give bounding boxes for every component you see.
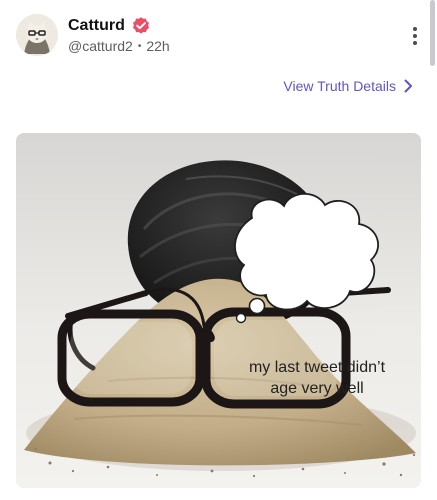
avatar-cat-icon (16, 14, 58, 56)
post-header: Catturd @catturd2 • 22h (16, 14, 421, 58)
meme-caption-line-2: age very well (270, 380, 364, 397)
more-vertical-icon-dot-3 (413, 41, 417, 45)
post-image[interactable]: my last tweet didn’t age very well (16, 133, 421, 488)
more-vertical-icon-dot-1 (413, 27, 417, 31)
view-truth-details-label: View Truth Details (283, 78, 396, 94)
post-meta: @catturd2 • 22h (68, 38, 170, 54)
more-options-button[interactable] (405, 22, 425, 50)
more-vertical-icon-dot-2 (413, 34, 417, 38)
post-timestamp[interactable]: 22h (146, 38, 169, 54)
view-truth-details-link[interactable]: View Truth Details (283, 78, 413, 94)
name-row: Catturd (68, 15, 151, 37)
meme-illustration (16, 133, 421, 488)
avatar[interactable] (16, 14, 58, 56)
scrollbar[interactable] (430, 0, 435, 66)
verified-badge-icon (132, 17, 149, 34)
meme-caption-line-1: my last tweet didn’t (248, 359, 386, 376)
username-handle[interactable]: @catturd2 (68, 38, 133, 54)
meme-caption: my last tweet didn’t age very well (240, 357, 394, 399)
meta-separator: • (137, 40, 142, 52)
chevron-right-icon (404, 79, 412, 93)
display-name[interactable]: Catturd (68, 17, 125, 35)
